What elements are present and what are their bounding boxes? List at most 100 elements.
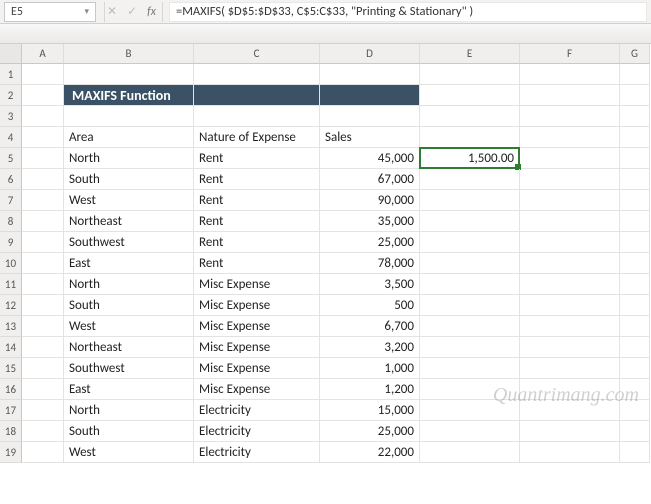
cell[interactable]: South	[64, 421, 194, 442]
cell[interactable]	[620, 106, 650, 127]
cell[interactable]	[520, 337, 620, 358]
cell[interactable]	[22, 274, 64, 295]
cell[interactable]	[22, 127, 64, 148]
cancel-icon[interactable]: ✕	[107, 4, 117, 19]
row-header[interactable]: 6	[0, 169, 22, 190]
cell[interactable]	[420, 442, 520, 463]
row-header[interactable]: 15	[0, 358, 22, 379]
formula-bar[interactable]: =MAXIFS( $D$5:$D$33, C$5:C$33, "Printing…	[169, 2, 647, 22]
cell[interactable]	[420, 316, 520, 337]
cell[interactable]	[520, 400, 620, 421]
cell[interactable]	[620, 358, 650, 379]
cell[interactable]: Rent	[194, 211, 320, 232]
cell[interactable]: 15,000	[320, 400, 420, 421]
name-box-dropdown-icon[interactable]: ▾	[84, 6, 89, 17]
row-header[interactable]: 8	[0, 211, 22, 232]
cell[interactable]	[520, 442, 620, 463]
cell[interactable]	[320, 85, 420, 106]
cell[interactable]: Misc Expense	[194, 295, 320, 316]
cell[interactable]	[194, 64, 320, 85]
cell[interactable]	[420, 274, 520, 295]
row-header[interactable]: 7	[0, 190, 22, 211]
title-cell[interactable]: MAXIFS Function	[64, 85, 194, 106]
cell[interactable]	[22, 337, 64, 358]
cell[interactable]: Rent	[194, 253, 320, 274]
cell[interactable]	[22, 106, 64, 127]
col-header-B[interactable]: B	[64, 44, 194, 64]
cell[interactable]	[420, 169, 520, 190]
cell[interactable]: 90,000	[320, 190, 420, 211]
cell[interactable]: Rent	[194, 232, 320, 253]
cell[interactable]: 25,000	[320, 232, 420, 253]
cell[interactable]	[520, 379, 620, 400]
cell[interactable]: Southwest	[64, 232, 194, 253]
cell[interactable]	[520, 85, 620, 106]
selected-cell[interactable]: 1,500.00	[420, 148, 520, 169]
cell[interactable]	[520, 253, 620, 274]
cell[interactable]	[22, 64, 64, 85]
cell[interactable]	[620, 316, 650, 337]
cell[interactable]	[520, 106, 620, 127]
cell[interactable]	[22, 190, 64, 211]
row-header[interactable]: 5	[0, 148, 22, 169]
cell[interactable]: 6,700	[320, 316, 420, 337]
cell[interactable]: 45,000	[320, 148, 420, 169]
cell[interactable]: East	[64, 253, 194, 274]
cell[interactable]: Rent	[194, 169, 320, 190]
cell[interactable]: 500	[320, 295, 420, 316]
col-header-C[interactable]: C	[194, 44, 320, 64]
cell[interactable]: 1,000	[320, 358, 420, 379]
cell[interactable]	[420, 400, 520, 421]
row-header[interactable]: 16	[0, 379, 22, 400]
cell[interactable]	[22, 85, 64, 106]
cell[interactable]	[520, 316, 620, 337]
cell[interactable]	[620, 421, 650, 442]
cell[interactable]	[420, 211, 520, 232]
cell[interactable]	[420, 358, 520, 379]
cell[interactable]	[420, 421, 520, 442]
cell[interactable]	[320, 106, 420, 127]
cell[interactable]	[620, 274, 650, 295]
cell[interactable]	[620, 85, 650, 106]
cell[interactable]: West	[64, 190, 194, 211]
cell[interactable]: 67,000	[320, 169, 420, 190]
cell[interactable]	[22, 253, 64, 274]
cell[interactable]	[520, 190, 620, 211]
row-header[interactable]: 11	[0, 274, 22, 295]
cell[interactable]	[520, 295, 620, 316]
cell[interactable]	[420, 253, 520, 274]
cell[interactable]	[620, 211, 650, 232]
col-header-G[interactable]: G	[620, 44, 650, 64]
cell[interactable]	[22, 169, 64, 190]
cell[interactable]	[520, 148, 620, 169]
cell[interactable]	[22, 295, 64, 316]
cell[interactable]	[420, 106, 520, 127]
cell[interactable]: North	[64, 400, 194, 421]
cell[interactable]	[620, 379, 650, 400]
cell[interactable]	[420, 232, 520, 253]
select-all-corner[interactable]	[0, 44, 22, 64]
cell[interactable]: Southwest	[64, 358, 194, 379]
cell[interactable]	[420, 379, 520, 400]
cell[interactable]	[22, 358, 64, 379]
cell[interactable]	[620, 295, 650, 316]
cell[interactable]	[22, 148, 64, 169]
cell[interactable]: Electricity	[194, 421, 320, 442]
cell[interactable]	[22, 232, 64, 253]
cell[interactable]	[620, 169, 650, 190]
cell[interactable]	[520, 64, 620, 85]
cell[interactable]: Electricity	[194, 442, 320, 463]
cell[interactable]	[22, 379, 64, 400]
cell[interactable]	[22, 421, 64, 442]
cell[interactable]: Misc Expense	[194, 337, 320, 358]
cell[interactable]	[22, 211, 64, 232]
row-header[interactable]: 4	[0, 127, 22, 148]
cell[interactable]	[520, 232, 620, 253]
cell[interactable]: Northeast	[64, 337, 194, 358]
row-header[interactable]: 12	[0, 295, 22, 316]
cell[interactable]: East	[64, 379, 194, 400]
cell[interactable]	[520, 358, 620, 379]
cell[interactable]: North	[64, 148, 194, 169]
cell[interactable]	[320, 64, 420, 85]
cell[interactable]: 78,000	[320, 253, 420, 274]
